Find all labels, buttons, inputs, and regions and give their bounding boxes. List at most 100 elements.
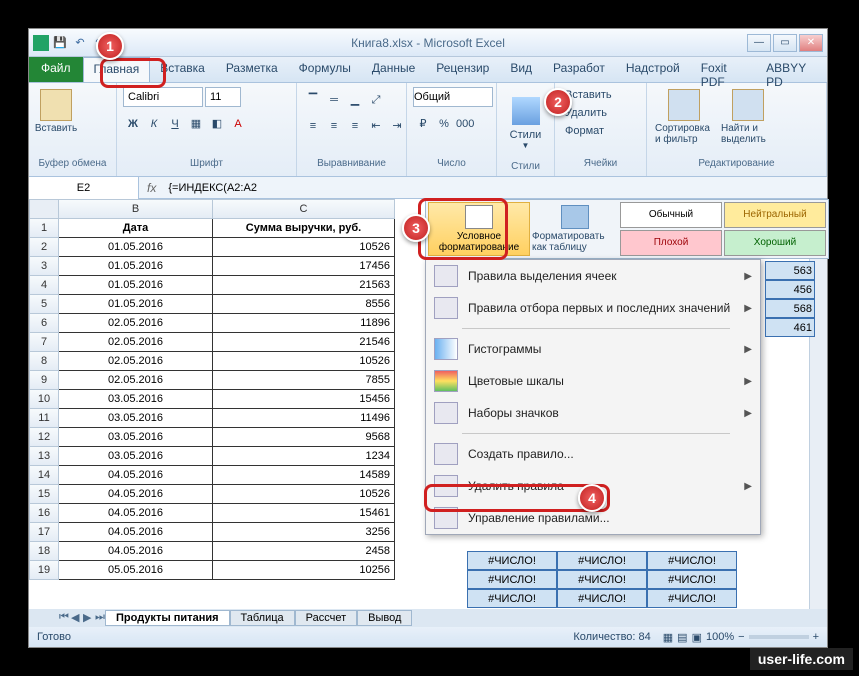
style-neutral[interactable]: Нейтральный: [724, 202, 826, 228]
row-header[interactable]: 19: [29, 561, 59, 580]
cell-error[interactable]: #ЧИСЛО!: [557, 570, 647, 589]
cell-error[interactable]: #ЧИСЛО!: [467, 551, 557, 570]
cell[interactable]: 04.05.2016: [59, 466, 213, 485]
cell[interactable]: 21546: [213, 333, 395, 352]
align-left-button[interactable]: ≡: [303, 115, 323, 135]
orientation-button[interactable]: ⤢: [366, 89, 386, 109]
align-center-button[interactable]: ≡: [324, 115, 344, 135]
cell[interactable]: 01.05.2016: [59, 295, 213, 314]
cell[interactable]: 04.05.2016: [59, 542, 213, 561]
border-button[interactable]: ▦: [186, 113, 206, 133]
format-as-table-button[interactable]: Форматировать как таблицу: [532, 202, 618, 256]
row-header[interactable]: 16: [29, 504, 59, 523]
formula-input[interactable]: {=ИНДЕКС(A2:A2: [164, 182, 827, 194]
conditional-formatting-button[interactable]: Условное форматирование: [428, 202, 530, 256]
view-break-icon[interactable]: ▣: [692, 631, 702, 644]
close-button[interactable]: ✕: [799, 34, 823, 52]
cell[interactable]: 10526: [213, 238, 395, 257]
tab-review[interactable]: Рецензир: [426, 57, 500, 82]
align-middle-button[interactable]: ═: [324, 89, 344, 109]
cell[interactable]: 02.05.2016: [59, 352, 213, 371]
sheet-tab-1[interactable]: Продукты питания: [105, 610, 230, 626]
tab-formulas[interactable]: Формулы: [289, 57, 362, 82]
cell[interactable]: 03.05.2016: [59, 447, 213, 466]
tab-insert[interactable]: Вставка: [150, 57, 216, 82]
cell[interactable]: 8556: [213, 295, 395, 314]
fill-color-button[interactable]: ◧: [207, 113, 227, 133]
cell[interactable]: Дата: [59, 219, 213, 238]
cell[interactable]: 04.05.2016: [59, 523, 213, 542]
styles-button[interactable]: Стили▼: [503, 87, 548, 159]
name-box[interactable]: [29, 177, 139, 199]
cell[interactable]: 10526: [213, 485, 395, 504]
view-layout-icon[interactable]: ▤: [677, 631, 687, 644]
cell-error[interactable]: #ЧИСЛО!: [557, 551, 647, 570]
row-header[interactable]: 1: [29, 219, 59, 238]
cell-error[interactable]: #ЧИСЛО!: [467, 589, 557, 608]
cell[interactable]: 21563: [213, 276, 395, 295]
tab-dev[interactable]: Разработ: [543, 57, 616, 82]
cell[interactable]: 02.05.2016: [59, 333, 213, 352]
zoom-out-icon[interactable]: −: [738, 631, 744, 643]
indent-dec-button[interactable]: ⇤: [366, 115, 386, 135]
cell-error[interactable]: #ЧИСЛО!: [647, 589, 737, 608]
row-header[interactable]: 8: [29, 352, 59, 371]
tab-addins[interactable]: Надстрой: [616, 57, 691, 82]
tab-view[interactable]: Вид: [500, 57, 543, 82]
sheet-tab-3[interactable]: Рассчет: [295, 610, 358, 626]
cell[interactable]: 15456: [213, 390, 395, 409]
view-normal-icon[interactable]: ▦: [663, 631, 673, 644]
cell[interactable]: 05.05.2016: [59, 561, 213, 580]
tab-abbyy[interactable]: ABBYY PD: [756, 57, 827, 82]
cell[interactable]: 10256: [213, 561, 395, 580]
cell-error[interactable]: #ЧИСЛО!: [647, 551, 737, 570]
number-format-select[interactable]: [413, 87, 493, 107]
fx-icon[interactable]: fx: [139, 181, 164, 195]
col-header-c[interactable]: C: [213, 199, 395, 219]
zoom-in-icon[interactable]: +: [813, 631, 819, 643]
row-header[interactable]: 5: [29, 295, 59, 314]
sheet-tab-4[interactable]: Вывод: [357, 610, 412, 626]
indent-inc-button[interactable]: ⇥: [387, 115, 407, 135]
find-select-button[interactable]: Найти и выделить: [719, 87, 777, 147]
tab-layout[interactable]: Разметка: [216, 57, 289, 82]
menu-highlight-cells[interactable]: Правила выделения ячеек▶: [426, 260, 760, 292]
cell-error[interactable]: #ЧИСЛО!: [647, 570, 737, 589]
cell[interactable]: 03.05.2016: [59, 409, 213, 428]
cell[interactable]: 2458: [213, 542, 395, 561]
paste-button[interactable]: Вставить: [35, 87, 77, 136]
underline-button[interactable]: Ч: [165, 113, 185, 133]
cell[interactable]: 10526: [213, 352, 395, 371]
undo-icon[interactable]: ↶: [71, 34, 89, 52]
sheet-nav-prev-icon[interactable]: ◀: [71, 611, 81, 625]
menu-icon-sets[interactable]: Наборы значков▶: [426, 397, 760, 429]
cell[interactable]: 17456: [213, 257, 395, 276]
sheet-nav-next-icon[interactable]: ▶: [83, 611, 93, 625]
row-header[interactable]: 4: [29, 276, 59, 295]
menu-top-bottom[interactable]: Правила отбора первых и последних значен…: [426, 292, 760, 324]
cell[interactable]: 11496: [213, 409, 395, 428]
sheet-tab-2[interactable]: Таблица: [230, 610, 295, 626]
cell[interactable]: 01.05.2016: [59, 276, 213, 295]
row-header[interactable]: 15: [29, 485, 59, 504]
align-bottom-button[interactable]: ▁: [345, 89, 365, 109]
font-color-button[interactable]: A: [228, 113, 248, 133]
cell[interactable]: 3256: [213, 523, 395, 542]
menu-new-rule[interactable]: Создать правило...: [426, 438, 760, 470]
bold-button[interactable]: Ж: [123, 113, 143, 133]
row-header[interactable]: 7: [29, 333, 59, 352]
cell-error[interactable]: #ЧИСЛО!: [467, 570, 557, 589]
cell[interactable]: 04.05.2016: [59, 485, 213, 504]
tab-foxit[interactable]: Foxit PDF: [691, 57, 756, 82]
tab-data[interactable]: Данные: [362, 57, 426, 82]
style-good[interactable]: Хороший: [724, 230, 826, 256]
save-icon[interactable]: 💾: [51, 34, 69, 52]
cell[interactable]: 02.05.2016: [59, 314, 213, 333]
cell[interactable]: 03.05.2016: [59, 390, 213, 409]
font-size-input[interactable]: [205, 87, 241, 107]
cell[interactable]: 04.05.2016: [59, 504, 213, 523]
sheet-nav-first-icon[interactable]: ⏮: [59, 611, 69, 625]
cell[interactable]: 14589: [213, 466, 395, 485]
cell[interactable]: 11896: [213, 314, 395, 333]
row-header[interactable]: 12: [29, 428, 59, 447]
